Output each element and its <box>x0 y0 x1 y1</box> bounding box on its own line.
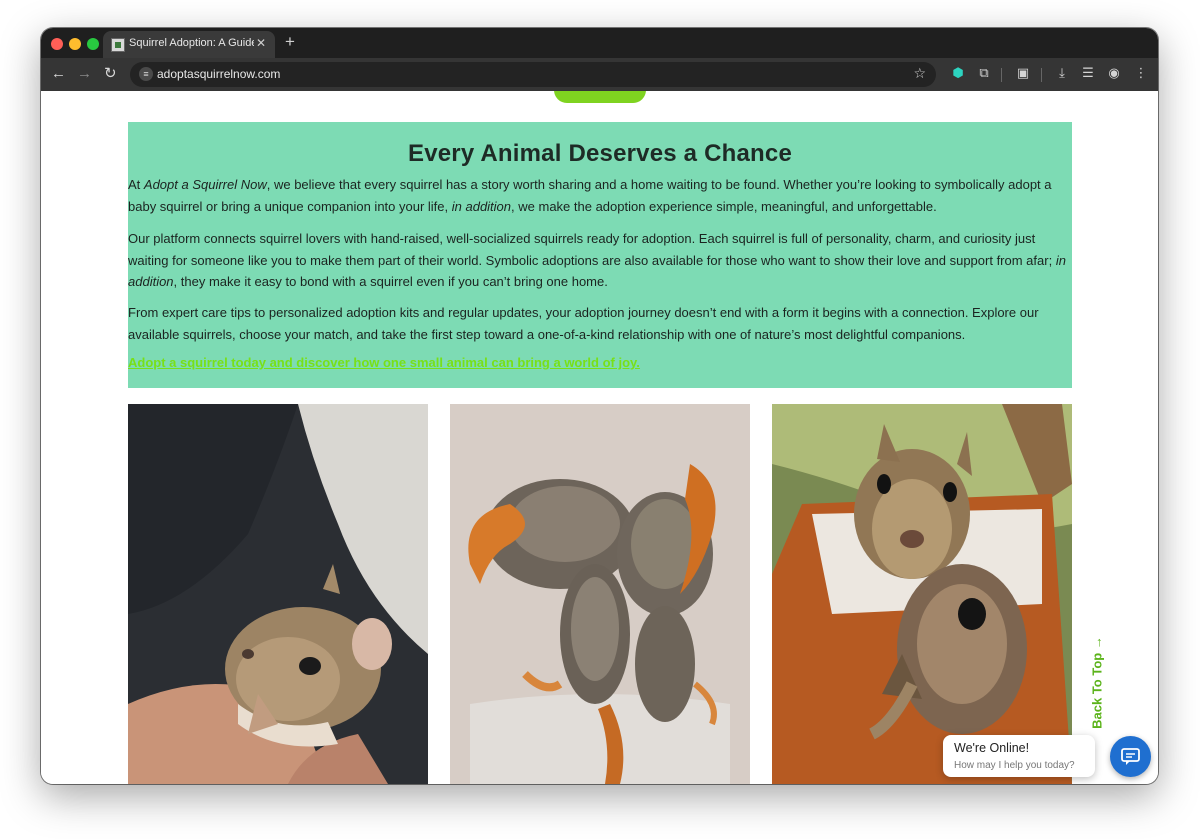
chat-title: We're Online! <box>954 741 1030 755</box>
address-bar[interactable]: ≡ adoptasquirrelnow.com ☆ <box>130 62 936 87</box>
toolbar-divider <box>1041 68 1042 82</box>
maximize-window-button[interactable] <box>87 38 99 50</box>
green-pill-button[interactable] <box>554 91 646 103</box>
squirrel-photo-2[interactable] <box>450 404 750 784</box>
chat-icon <box>1121 748 1140 765</box>
reading-list-icon[interactable]: ☰ <box>1081 66 1095 80</box>
toolbar-divider <box>1001 68 1002 82</box>
browser-tab[interactable]: Squirrel Adoption: A Guide to ✕ <box>103 31 275 58</box>
chat-subtitle: How may I help you today? <box>954 760 1075 771</box>
minimize-window-button[interactable] <box>69 38 81 50</box>
download-icon[interactable]: ⤓ <box>1055 66 1069 80</box>
media-control-icon[interactable]: ▣ <box>1016 66 1030 80</box>
browser-toolbar: ← → ↻ ≡ adoptasquirrelnow.com ☆ ⬢ ⧉ ▣ ⤓ … <box>41 58 1158 91</box>
browser-window: Squirrel Adoption: A Guide to ✕ + ← → ↻ … <box>41 28 1158 784</box>
url-text[interactable]: adoptasquirrelnow.com <box>157 67 280 81</box>
favicon-icon <box>111 38 125 52</box>
new-tab-button[interactable]: + <box>285 32 295 52</box>
tab-bar: Squirrel Adoption: A Guide to ✕ + <box>41 28 1158 58</box>
adopt-cta-link[interactable]: Adopt a squirrel today and discover how … <box>128 355 640 370</box>
close-window-button[interactable] <box>51 38 63 50</box>
squirrel-photo-1[interactable] <box>128 404 428 784</box>
site-info-icon[interactable]: ≡ <box>139 67 153 81</box>
chat-launcher-button[interactable] <box>1110 736 1151 777</box>
hero-paragraph-1: At Adopt a Squirrel Now, we believe that… <box>128 177 1052 214</box>
menu-kebab-icon[interactable]: ⋮ <box>1134 66 1148 80</box>
squirrel-photo-3[interactable] <box>772 404 1072 784</box>
back-icon[interactable]: ← <box>51 65 66 83</box>
hero-paragraph-3: From expert care tips to personalized ad… <box>128 305 1039 342</box>
profile-icon[interactable]: ◉ <box>1107 66 1121 80</box>
back-to-top-label: Back To Top → <box>1089 636 1105 729</box>
page-viewport: Every Animal Deserves a Chance At Adopt … <box>41 91 1158 784</box>
hero-section: Every Animal Deserves a Chance At Adopt … <box>128 122 1072 388</box>
tab-close-icon[interactable]: ✕ <box>256 36 266 50</box>
tab-title: Squirrel Adoption: A Guide to <box>129 37 254 49</box>
back-to-top-button[interactable]: Back To Top → <box>1086 631 1108 741</box>
hero-paragraph-2: Our platform connects squirrel lovers wi… <box>128 231 1066 289</box>
reload-icon[interactable]: ↻ <box>104 65 117 83</box>
extensions-puzzle-icon[interactable]: ⧉ <box>977 66 991 80</box>
forward-icon[interactable]: → <box>77 65 92 83</box>
shield-extension-icon[interactable]: ⬢ <box>951 66 965 80</box>
bookmark-star-icon[interactable]: ☆ <box>913 65 926 82</box>
hero-heading: Every Animal Deserves a Chance <box>408 140 792 167</box>
chat-greeting-bubble[interactable]: We're Online! How may I help you today? <box>943 735 1095 777</box>
